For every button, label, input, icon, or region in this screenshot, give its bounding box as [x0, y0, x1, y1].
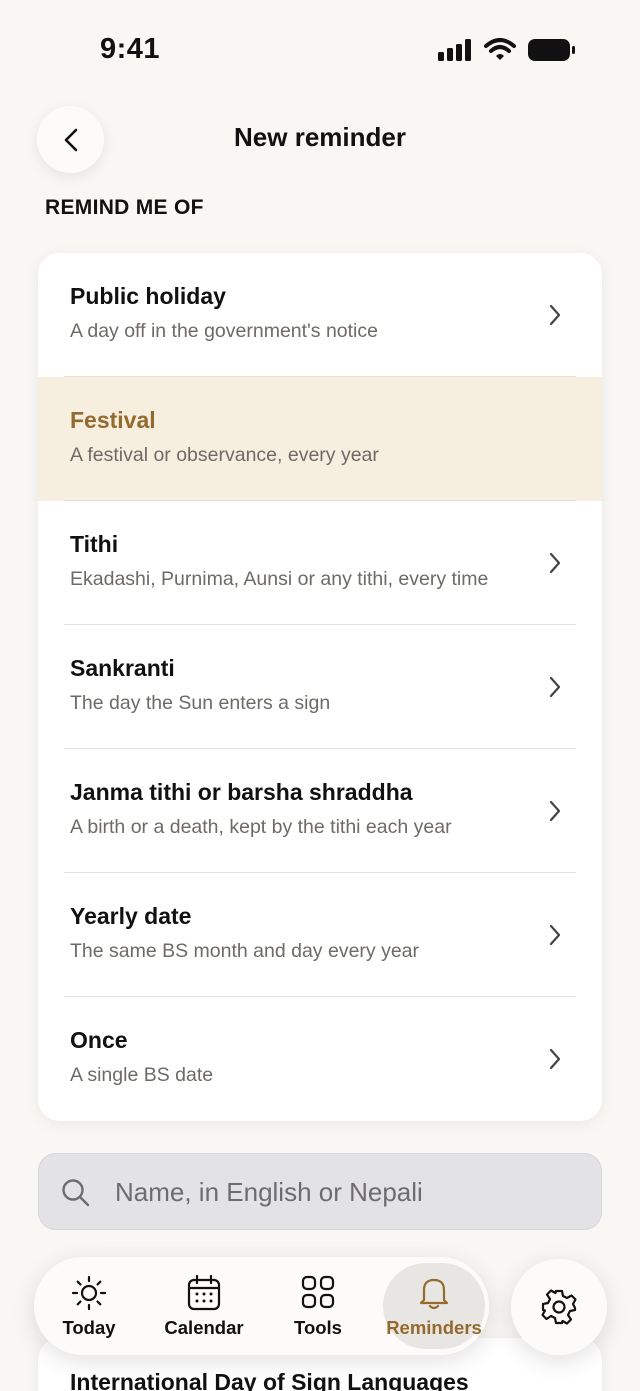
option-title: Janma tithi or barsha shraddha — [70, 779, 413, 805]
option-title: Sankranti — [70, 655, 175, 681]
option-title: Festival — [70, 407, 156, 433]
search-input[interactable] — [115, 1170, 585, 1214]
section-label: REMIND ME OF — [45, 196, 204, 219]
sun-icon — [71, 1275, 107, 1311]
gear-icon — [541, 1289, 577, 1325]
tab-bar: Today Calendar Tools Reminders — [34, 1257, 489, 1355]
option-tithi[interactable]: Tithi Ekadashi, Purnima, Aunsi or any ti… — [38, 501, 602, 625]
option-title: Yearly date — [70, 903, 192, 929]
tab-calendar[interactable]: Calendar — [149, 1257, 259, 1355]
option-sankranti[interactable]: Sankranti The day the Sun enters a sign — [38, 625, 602, 749]
tab-label: Tools — [294, 1317, 342, 1338]
reminder-type-list: Public holiday A day off in the governme… — [38, 253, 602, 1121]
chevron-right-icon — [549, 800, 561, 822]
option-subtitle: A day off in the government's notice — [70, 320, 378, 342]
bell-icon — [419, 1278, 449, 1310]
option-public-holiday[interactable]: Public holiday A day off in the governme… — [38, 253, 602, 377]
wifi-icon — [484, 38, 516, 60]
option-subtitle: The same BS month and day every year — [70, 940, 420, 962]
chevron-right-icon — [549, 304, 561, 326]
tab-label: Today — [62, 1317, 116, 1338]
option-title: Once — [70, 1027, 128, 1053]
calendar-icon — [187, 1275, 221, 1311]
option-title: Public holiday — [70, 283, 226, 309]
festival-title: International Day of Sign Languages — [70, 1369, 469, 1391]
status-time: 9:41 — [100, 33, 161, 65]
option-subtitle: A single BS date — [70, 1064, 214, 1086]
chevron-right-icon — [549, 552, 561, 574]
status-icons — [438, 38, 576, 62]
tab-today[interactable]: Today — [34, 1257, 144, 1355]
grid-icon — [301, 1275, 335, 1309]
battery-icon — [528, 39, 575, 61]
signal-icon — [438, 39, 471, 61]
option-title: Tithi — [70, 531, 119, 557]
page-title: New reminder — [234, 122, 406, 152]
tab-reminders[interactable]: Reminders — [379, 1257, 489, 1355]
tab-label: Reminders — [386, 1317, 482, 1338]
settings-button[interactable] — [511, 1259, 607, 1355]
option-subtitle: A birth or a death, kept by the tithi ea… — [70, 816, 452, 838]
tab-label: Calendar — [164, 1317, 244, 1338]
option-subtitle: A festival or observance, every year — [70, 444, 379, 466]
tab-tools[interactable]: Tools — [263, 1257, 373, 1355]
chevron-right-icon — [549, 924, 561, 946]
status-bar: 9:41 — [0, 0, 640, 100]
option-festival[interactable]: Festival A festival or observance, every… — [38, 377, 602, 501]
option-janma-tithi[interactable]: Janma tithi or barsha shraddha A birth o… — [38, 749, 602, 873]
option-subtitle: The day the Sun enters a sign — [70, 692, 331, 714]
search-icon — [62, 1179, 90, 1207]
option-once[interactable]: Once A single BS date — [38, 997, 602, 1121]
chevron-right-icon — [549, 1048, 561, 1070]
chevron-right-icon — [549, 676, 561, 698]
option-subtitle: Ekadashi, Purnima, Aunsi or any tithi, e… — [70, 568, 489, 590]
search-field[interactable] — [38, 1153, 602, 1230]
option-yearly-date[interactable]: Yearly date The same BS month and day ev… — [38, 873, 602, 997]
